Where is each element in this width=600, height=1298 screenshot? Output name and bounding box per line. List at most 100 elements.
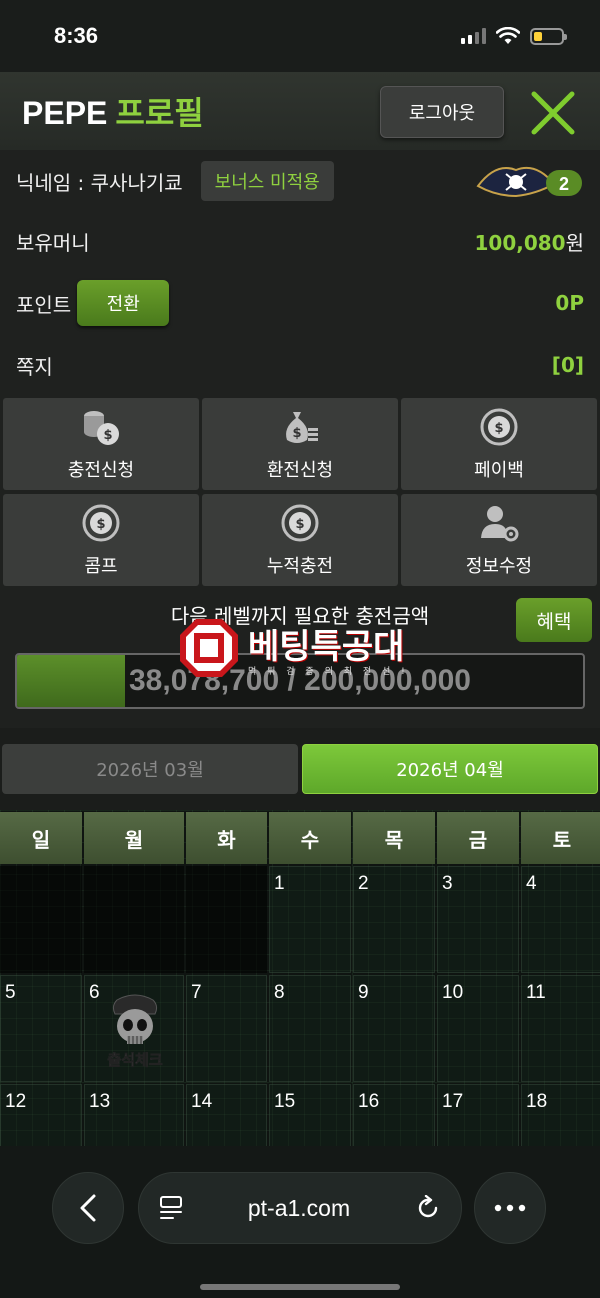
day-number: 15 xyxy=(274,1091,296,1112)
money-bag-icon: $ xyxy=(286,412,318,443)
calendar-cell-empty xyxy=(84,866,184,973)
url-text: pt-a1.com xyxy=(247,1194,351,1221)
menu-payback[interactable]: $ 페이백 xyxy=(401,398,597,490)
level-progress-bar: 38,078,700 / 200,000,000 xyxy=(15,653,585,709)
day-number: 3 xyxy=(442,873,453,894)
reload-icon[interactable] xyxy=(415,1195,441,1221)
calendar-days: 1 2 3 4 5 6 출석체크 7 8 9 10 11 12 13 14 15… xyxy=(0,866,600,1146)
calendar-day[interactable]: 11 xyxy=(521,975,600,1082)
level-number: 2 xyxy=(559,174,569,194)
calendar-day[interactable]: 15 xyxy=(269,1084,351,1146)
money-value: 100,080원 xyxy=(475,227,585,256)
calendar-cell-empty xyxy=(186,866,267,973)
title-brand: PEPE xyxy=(22,95,108,131)
status-time: 8:36 xyxy=(54,23,99,48)
logout-button[interactable]: 로그아웃 xyxy=(380,86,504,138)
svg-text:$: $ xyxy=(292,426,301,441)
calendar-day[interactable]: 16 xyxy=(353,1084,435,1146)
calendar-day[interactable]: 10 xyxy=(437,975,519,1082)
action-menu: $ 충전신청 $ 환전신청 $ 페이백 $ 콤프 $ 누적충전 정보수정 xyxy=(3,398,598,586)
calendar-day[interactable]: 12 xyxy=(0,1084,82,1146)
weekday-label: 월 xyxy=(84,812,184,864)
calendar-day[interactable]: 14 xyxy=(186,1084,267,1146)
back-button[interactable] xyxy=(52,1172,124,1244)
month-selector: 2026년 03월 2026년 04월 xyxy=(0,728,600,810)
address-bar[interactable]: pt-a1.com xyxy=(138,1172,462,1244)
svg-text:$: $ xyxy=(103,428,112,443)
day-number: 1 xyxy=(274,873,285,894)
money-row: 보유머니 100,080원 xyxy=(0,218,600,264)
coins-stack-icon: $ xyxy=(84,411,119,445)
day-number: 10 xyxy=(442,982,464,1003)
day-number: 7 xyxy=(191,982,202,1003)
calendar-day[interactable]: 5 xyxy=(0,975,82,1082)
more-dots-icon xyxy=(494,1204,526,1212)
attendance-calendar: 일 월 화 수 목 금 토 1 2 3 4 5 6 출석체크 7 8 9 10 … xyxy=(0,810,600,1146)
day-number: 12 xyxy=(5,1091,27,1112)
wifi-icon xyxy=(496,27,520,44)
weekday-label: 토 xyxy=(521,812,600,864)
menu-label: 정보수정 xyxy=(465,556,533,577)
tab-list-icon xyxy=(160,1196,182,1219)
tab-prev-month[interactable]: 2026년 03월 xyxy=(2,744,298,794)
status-bar: 8:36 xyxy=(0,0,600,72)
menu-label: 페이백 xyxy=(474,460,524,481)
weekday-label: 수 xyxy=(269,812,351,864)
calendar-day[interactable]: 9 xyxy=(353,975,435,1082)
attendance-stamp-text: 출석체크 xyxy=(107,1051,162,1069)
convert-button[interactable]: 전환 xyxy=(77,280,170,326)
day-number: 16 xyxy=(358,1091,380,1112)
day-number: 14 xyxy=(191,1091,213,1112)
signal-icon xyxy=(461,28,486,44)
chevron-left-icon xyxy=(80,1194,96,1222)
day-number: 17 xyxy=(442,1091,464,1112)
calendar-day[interactable]: 7 xyxy=(186,975,267,1082)
point-row: 포인트 전환 0P xyxy=(0,278,600,328)
weekday-label: 일 xyxy=(0,812,82,864)
point-label: 포인트 xyxy=(16,292,72,317)
day-number: 5 xyxy=(5,982,16,1003)
title-accent: 프로필 xyxy=(115,95,204,131)
status-icons xyxy=(461,27,567,45)
progress-text: 38,078,700 / 200,000,000 xyxy=(129,664,471,697)
menu-comp[interactable]: $ 콤프 xyxy=(3,494,199,586)
menu-withdraw-request[interactable]: $ 환전신청 xyxy=(202,398,398,490)
menu-cumulative-deposit[interactable]: $ 누적충전 xyxy=(202,494,398,586)
day-number: 9 xyxy=(358,982,369,1003)
more-options-button[interactable] xyxy=(474,1172,546,1244)
money-unit: 원 xyxy=(565,230,584,255)
close-icon[interactable] xyxy=(528,88,578,138)
bonus-badge: 보너스 미적용 xyxy=(200,161,334,201)
coin-refresh-icon: $ xyxy=(82,504,120,542)
calendar-day[interactable]: 8 xyxy=(269,975,351,1082)
svg-text:$: $ xyxy=(96,517,105,532)
calendar-day[interactable]: 13 xyxy=(84,1084,184,1146)
calendar-day[interactable]: 1 xyxy=(269,866,351,973)
money-amount: 100,080 xyxy=(474,230,566,255)
page-header: PEPE 프로필 로그아웃 xyxy=(0,72,600,150)
tab-current-month[interactable]: 2026년 04월 xyxy=(302,744,598,794)
calendar-day[interactable]: 3 xyxy=(437,866,519,973)
attendance-stamp-skull-icon: 출석체크 xyxy=(107,994,163,1069)
svg-text:$: $ xyxy=(295,517,304,532)
calendar-weekday-header: 일 월 화 수 목 금 토 xyxy=(0,810,600,864)
weekday-label: 금 xyxy=(437,812,519,864)
browser-toolbar: pt-a1.com xyxy=(0,1146,600,1298)
benefit-button[interactable]: 혜택 xyxy=(516,598,592,642)
message-row[interactable]: 쪽지 [0] xyxy=(0,342,600,388)
pirate-level-badge-icon: 2 xyxy=(476,166,582,198)
calendar-day[interactable]: 4 xyxy=(521,866,600,973)
calendar-cell-empty xyxy=(0,866,82,973)
menu-edit-profile[interactable]: 정보수정 xyxy=(401,494,597,586)
weekday-label: 화 xyxy=(186,812,267,864)
calendar-day-attended[interactable]: 6 출석체크 xyxy=(84,975,184,1082)
day-number: 11 xyxy=(526,982,546,1003)
calendar-day[interactable]: 18 xyxy=(521,1084,600,1146)
menu-deposit-request[interactable]: $ 충전신청 xyxy=(3,398,199,490)
calendar-day[interactable]: 2 xyxy=(353,866,435,973)
day-number: 2 xyxy=(358,873,369,894)
user-settings-icon xyxy=(481,506,519,542)
calendar-day[interactable]: 17 xyxy=(437,1084,519,1146)
coin-refresh-icon: $ xyxy=(281,504,319,542)
coin-refresh-icon: $ xyxy=(480,408,518,446)
